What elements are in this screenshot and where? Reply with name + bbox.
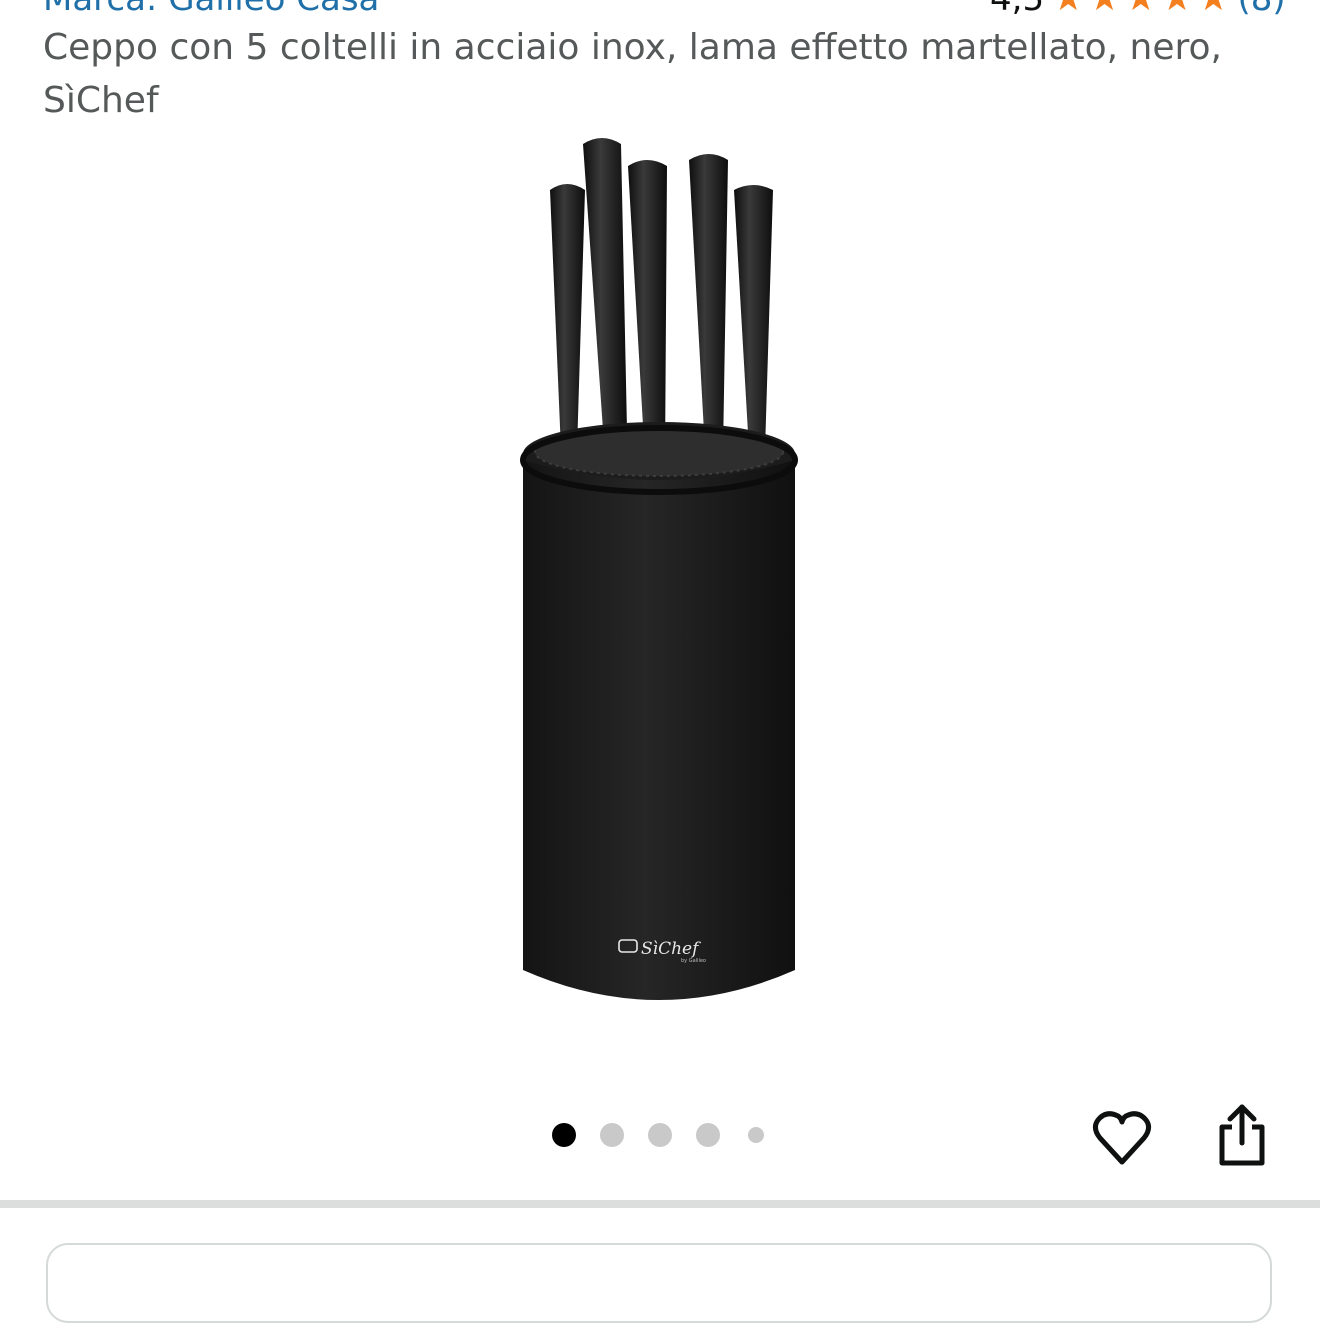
- pager-dot[interactable]: [600, 1123, 624, 1147]
- image-pager: [540, 1111, 780, 1159]
- section-divider: [0, 1200, 1320, 1208]
- pager-dot[interactable]: [696, 1123, 720, 1147]
- product-title: Ceppo con 5 coltelli in acciaio inox, la…: [43, 27, 1222, 121]
- svg-text:by Galileo: by Galileo: [681, 958, 706, 964]
- brand-link[interactable]: Marca: Galileo Casa: [43, 0, 379, 16]
- brand-rating-row: Marca: Galileo Casa 4,5 ★ ★ ★ ★ ★ (8): [0, 0, 1320, 16]
- knife-handle: [583, 138, 627, 430]
- heart-outline-icon: [1092, 1111, 1152, 1165]
- star-icon: ★: [1052, 0, 1084, 16]
- star-icon: ★: [1161, 0, 1193, 16]
- pager-dot[interactable]: [748, 1127, 764, 1143]
- star-icon: ★: [1125, 0, 1157, 16]
- pager-dot[interactable]: [648, 1123, 672, 1147]
- knife-handle: [689, 154, 728, 450]
- share-icon: [1219, 1104, 1265, 1166]
- buy-box-card[interactable]: [46, 1243, 1272, 1323]
- knife-handle: [628, 160, 667, 460]
- rating-count[interactable]: (8): [1237, 0, 1285, 16]
- share-button[interactable]: [1206, 1096, 1278, 1172]
- rating-value: 4,5: [990, 0, 1044, 16]
- knife-handle: [550, 184, 585, 450]
- knife-block-body: [523, 460, 795, 1000]
- rating-stars: ★ ★ ★ ★ ★: [1052, 0, 1229, 16]
- product-image[interactable]: SìChef by Galileo: [515, 130, 805, 1024]
- svg-text:SìChef: SìChef: [641, 939, 701, 959]
- star-icon: ★: [1088, 0, 1120, 16]
- pager-dot-active[interactable]: [552, 1123, 576, 1147]
- rating-summary[interactable]: 4,5 ★ ★ ★ ★ ★ (8): [990, 0, 1286, 16]
- knife-block-illustration: SìChef by Galileo: [520, 138, 798, 1000]
- wishlist-button[interactable]: [1086, 1100, 1158, 1176]
- knife-handle: [734, 185, 773, 450]
- star-icon: ★: [1197, 0, 1229, 16]
